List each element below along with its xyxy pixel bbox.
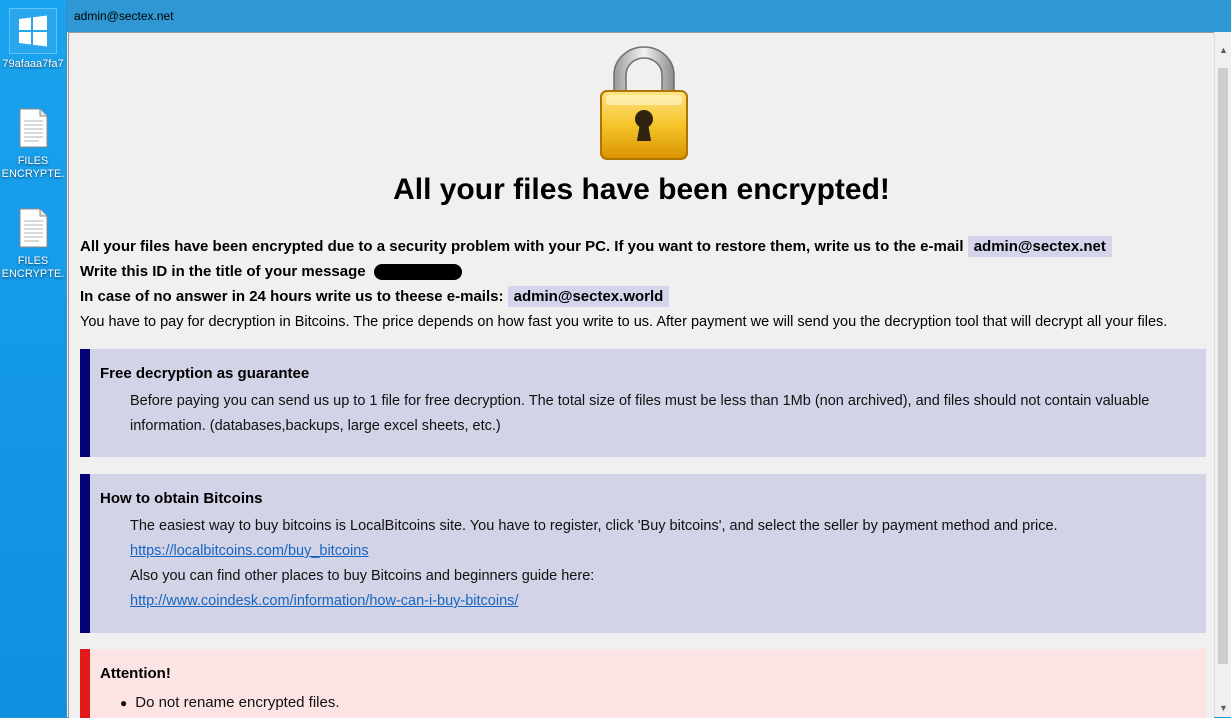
guarantee-box: Free decryption as guarantee Before payi… (80, 349, 1206, 457)
contact-email[interactable]: admin@sectex.net (967, 236, 1112, 257)
attention-box: Attention! ● Do not rename encrypted file… (80, 649, 1206, 718)
scroll-down-icon[interactable]: ▼ (1215, 700, 1231, 717)
desktop-icon-label: 79afaaa7fa7 (2, 58, 64, 70)
guarantee-text: Before paying you can send us up to 1 fi… (130, 393, 1150, 434)
bitcoins-text-2: Also you can find other places to buy Bi… (130, 568, 595, 584)
desktop-icon-label: FILES (17, 255, 49, 267)
vertical-scrollbar[interactable]: ▲ ▼ (1214, 32, 1231, 717)
desktop-icon-file[interactable]: FILES ENCRYPTE. (0, 104, 66, 181)
payment-line: You have to pay for decryption in Bitcoi… (80, 314, 1168, 330)
scroll-thumb[interactable] (1218, 68, 1228, 664)
attention-title: Attention! (100, 665, 171, 682)
bitcoins-text: The easiest way to buy bitcoins is Local… (130, 518, 1058, 534)
page-title: All your files have been encrypted! (393, 173, 890, 206)
bitcoins-body: The easiest way to buy bitcoins is Local… (130, 514, 1200, 614)
desktop-icon-label: ENCRYPTE. (1, 168, 65, 180)
intro-text: All your files have been encrypted due t… (80, 238, 964, 255)
windows-logo-icon (9, 8, 57, 54)
coindesk-link[interactable]: http://www.coindesk.com/information/how-… (130, 593, 518, 609)
id-line: Write this ID in the title of your messa… (80, 263, 462, 281)
backup-instruction: In case of no answer in 24 hours write u… (80, 288, 504, 305)
ransom-note-window: admin@sectex.net All your files have bee… (66, 0, 1231, 718)
id-instruction: Write this ID in the title of your messa… (80, 263, 366, 280)
backup-email[interactable]: admin@sectex.world (507, 286, 670, 307)
desktop-icon-computer[interactable]: 79afaaa7fa7 (0, 0, 66, 71)
guarantee-title: Free decryption as guarantee (100, 365, 310, 382)
backup-email-line: In case of no answer in 24 hours write u… (80, 286, 670, 307)
desktop: 79afaaa7fa7 FILES ENCRYPTE. FILES ENCRYP… (0, 0, 66, 717)
padlock-icon (600, 46, 688, 160)
text-file-icon (19, 108, 48, 148)
redacted-id (373, 264, 462, 281)
attention-bullet: ● Do not rename encrypted files. (120, 694, 340, 711)
desktop-icon-label: ENCRYPTE. (1, 268, 65, 280)
desktop-icon-file[interactable]: FILES ENCRYPTE. (0, 204, 66, 281)
window-titlebar[interactable]: admin@sectex.net (67, 0, 1231, 32)
desktop-icon-label: FILES (17, 155, 49, 167)
intro-line: All your files have been encrypted due t… (80, 236, 1112, 257)
note-content: All your files have been encrypted! All … (68, 32, 1214, 718)
text-file-icon (19, 208, 48, 248)
attention-bullet-text: Do not rename encrypted files. (135, 694, 340, 711)
bitcoins-box: How to obtain Bitcoins The easiest way t… (80, 474, 1206, 633)
localbitcoins-link[interactable]: https://localbitcoins.com/buy_bitcoins (130, 543, 369, 559)
window-title: admin@sectex.net (74, 9, 174, 23)
bitcoins-title: How to obtain Bitcoins (100, 490, 263, 507)
scroll-up-icon[interactable]: ▲ (1215, 42, 1231, 59)
